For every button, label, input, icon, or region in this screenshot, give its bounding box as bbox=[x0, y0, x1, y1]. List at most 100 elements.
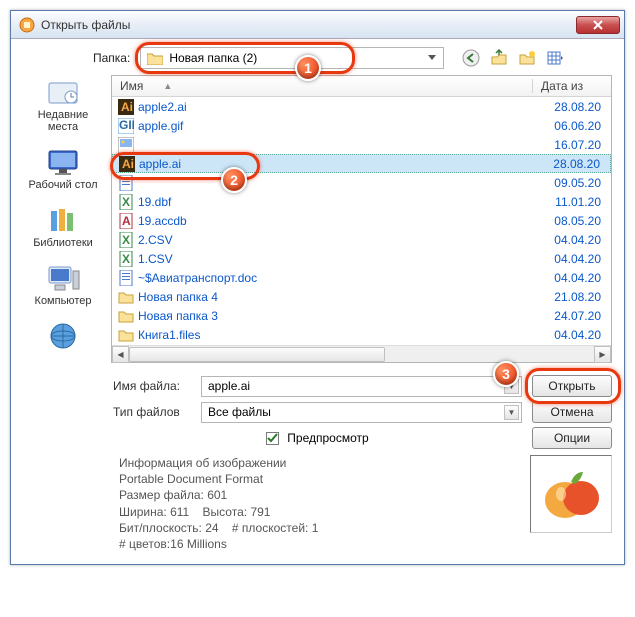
file-date: 09.05.20 bbox=[533, 176, 611, 190]
filename-label: Имя файла: bbox=[113, 379, 191, 393]
filename-input[interactable]: apple.ai ▼ bbox=[201, 376, 522, 397]
column-date[interactable]: Дата из bbox=[533, 79, 611, 93]
place-computer[interactable]: Компьютер bbox=[35, 263, 92, 307]
titlebar: Открыть файлы bbox=[11, 11, 624, 39]
folder-row: Папка: Новая папка (2) bbox=[23, 47, 612, 69]
folder-label: Папка: bbox=[93, 51, 130, 65]
file-date: 11.01.20 bbox=[533, 195, 611, 209]
info-heading: Информация об изображении bbox=[119, 455, 514, 471]
preview-label: Предпросмотр bbox=[287, 431, 368, 445]
libraries-icon bbox=[45, 205, 81, 235]
file-type-icon: A bbox=[118, 213, 134, 229]
file-type-icon: Ai bbox=[119, 156, 135, 172]
file-name: 1.CSV bbox=[138, 252, 533, 266]
cancel-button[interactable]: Отмена bbox=[532, 401, 612, 423]
file-type-icon: GIF bbox=[118, 118, 134, 134]
options-button[interactable]: Опции bbox=[532, 427, 612, 449]
preview-checkbox[interactable] bbox=[266, 432, 279, 445]
file-name: apple.gif bbox=[138, 119, 533, 133]
scroll-left-button[interactable]: ◀ bbox=[112, 346, 129, 363]
close-button[interactable] bbox=[576, 16, 620, 34]
file-row[interactable]: X 2.CSV04.04.20 bbox=[112, 230, 611, 249]
file-row[interactable]: Aiapple.ai28.08.20 bbox=[112, 154, 611, 173]
file-date: 04.04.20 bbox=[533, 271, 611, 285]
file-row[interactable]: X19.dbf11.01.20 bbox=[112, 192, 611, 211]
file-date: 04.04.20 bbox=[533, 233, 611, 247]
file-row[interactable]: Aiapple2.ai28.08.20 bbox=[112, 97, 611, 116]
chevron-down-icon: ▼ bbox=[504, 405, 519, 420]
file-date: 24.07.20 bbox=[533, 309, 611, 323]
filetype-dropdown[interactable]: Все файлы ▼ bbox=[201, 402, 522, 423]
place-label: Недавние места bbox=[23, 109, 103, 133]
svg-text:X: X bbox=[122, 195, 130, 209]
place-network[interactable] bbox=[45, 321, 81, 351]
place-recent[interactable]: Недавние места bbox=[23, 77, 103, 133]
image-info: Информация об изображении Portable Docum… bbox=[23, 455, 612, 552]
desktop-icon bbox=[45, 147, 81, 177]
preview-thumbnail bbox=[530, 455, 612, 533]
dialog-body: Папка: Новая папка (2) 1 bbox=[11, 39, 624, 564]
file-type-icon: X bbox=[118, 194, 134, 210]
place-label: Библиотеки bbox=[33, 237, 93, 249]
file-row[interactable]: 16.07.20 bbox=[112, 135, 611, 154]
window-title: Открыть файлы bbox=[41, 18, 576, 32]
back-icon[interactable] bbox=[460, 47, 482, 69]
file-type-icon bbox=[118, 308, 134, 324]
file-row[interactable]: Книга1.files04.04.20 bbox=[112, 325, 611, 344]
chevron-down-icon: ▼ bbox=[504, 379, 519, 394]
app-icon bbox=[19, 17, 35, 33]
file-date: 28.08.20 bbox=[533, 100, 611, 114]
toolbar-icons bbox=[460, 47, 566, 69]
new-folder-icon[interactable] bbox=[516, 47, 538, 69]
folder-icon bbox=[147, 51, 163, 65]
file-type-icon: X bbox=[118, 251, 134, 267]
file-date: 21.08.20 bbox=[533, 290, 611, 304]
file-name: Новая папка 4 bbox=[138, 290, 533, 304]
svg-text:X: X bbox=[122, 252, 130, 266]
file-name: 2.CSV bbox=[138, 233, 533, 247]
file-date: 04.04.20 bbox=[533, 328, 611, 342]
file-type-icon bbox=[118, 327, 134, 343]
scroll-right-button[interactable]: ▶ bbox=[594, 346, 611, 363]
place-desktop[interactable]: Рабочий стол bbox=[28, 147, 97, 191]
info-format: Portable Document Format bbox=[119, 471, 514, 487]
scroll-thumb[interactable] bbox=[129, 347, 385, 362]
file-date: 28.08.20 bbox=[532, 157, 610, 171]
horizontal-scrollbar[interactable]: ◀ ▶ bbox=[112, 345, 611, 362]
file-date: 08.05.20 bbox=[533, 214, 611, 228]
file-row[interactable]: 09.05.20 bbox=[112, 173, 611, 192]
open-button[interactable]: Открыть bbox=[532, 375, 612, 397]
svg-text:X: X bbox=[122, 233, 130, 247]
file-name: ~$Авиатранспорт.doc bbox=[138, 271, 533, 285]
svg-text:GIF: GIF bbox=[119, 118, 134, 132]
file-row[interactable]: X 1.CSV04.04.20 bbox=[112, 249, 611, 268]
column-name[interactable]: Имя▲ bbox=[112, 79, 533, 93]
file-type-icon bbox=[118, 137, 134, 153]
folder-dropdown[interactable]: Новая папка (2) bbox=[140, 47, 444, 69]
file-type-icon: Ai bbox=[118, 99, 134, 115]
file-type-icon bbox=[118, 289, 134, 305]
file-row[interactable]: A 19.accdb08.05.20 bbox=[112, 211, 611, 230]
svg-text:A: A bbox=[122, 214, 131, 228]
view-icon[interactable] bbox=[544, 47, 566, 69]
scroll-track[interactable] bbox=[129, 346, 594, 363]
folder-name: Новая папка (2) bbox=[169, 51, 257, 65]
file-date: 04.04.20 bbox=[533, 252, 611, 266]
body-row: Недавние места Рабочий стол Библиотеки К… bbox=[23, 75, 612, 363]
file-type-icon: X bbox=[118, 232, 134, 248]
form-area: Имя файла: apple.ai ▼ Открыть Тип файлов… bbox=[23, 373, 612, 425]
filetype-label: Тип файлов bbox=[113, 405, 191, 419]
place-libraries[interactable]: Библиотеки bbox=[33, 205, 93, 249]
file-row[interactable]: GIFapple.gif06.06.20 bbox=[112, 116, 611, 135]
file-row[interactable]: Новая папка 324.07.20 bbox=[112, 306, 611, 325]
file-name: 19.accdb bbox=[138, 214, 533, 228]
recent-icon bbox=[45, 77, 81, 107]
file-row[interactable]: Новая папка 421.08.20 bbox=[112, 287, 611, 306]
svg-text:Ai: Ai bbox=[121, 100, 133, 114]
places-sidebar: Недавние места Рабочий стол Библиотеки К… bbox=[23, 75, 103, 363]
computer-icon bbox=[45, 263, 81, 293]
file-rows[interactable]: Aiapple2.ai28.08.20GIFapple.gif06.06.201… bbox=[112, 97, 611, 345]
place-label: Компьютер bbox=[35, 295, 92, 307]
file-row[interactable]: ~$Авиатранспорт.doc04.04.20 bbox=[112, 268, 611, 287]
up-icon[interactable] bbox=[488, 47, 510, 69]
